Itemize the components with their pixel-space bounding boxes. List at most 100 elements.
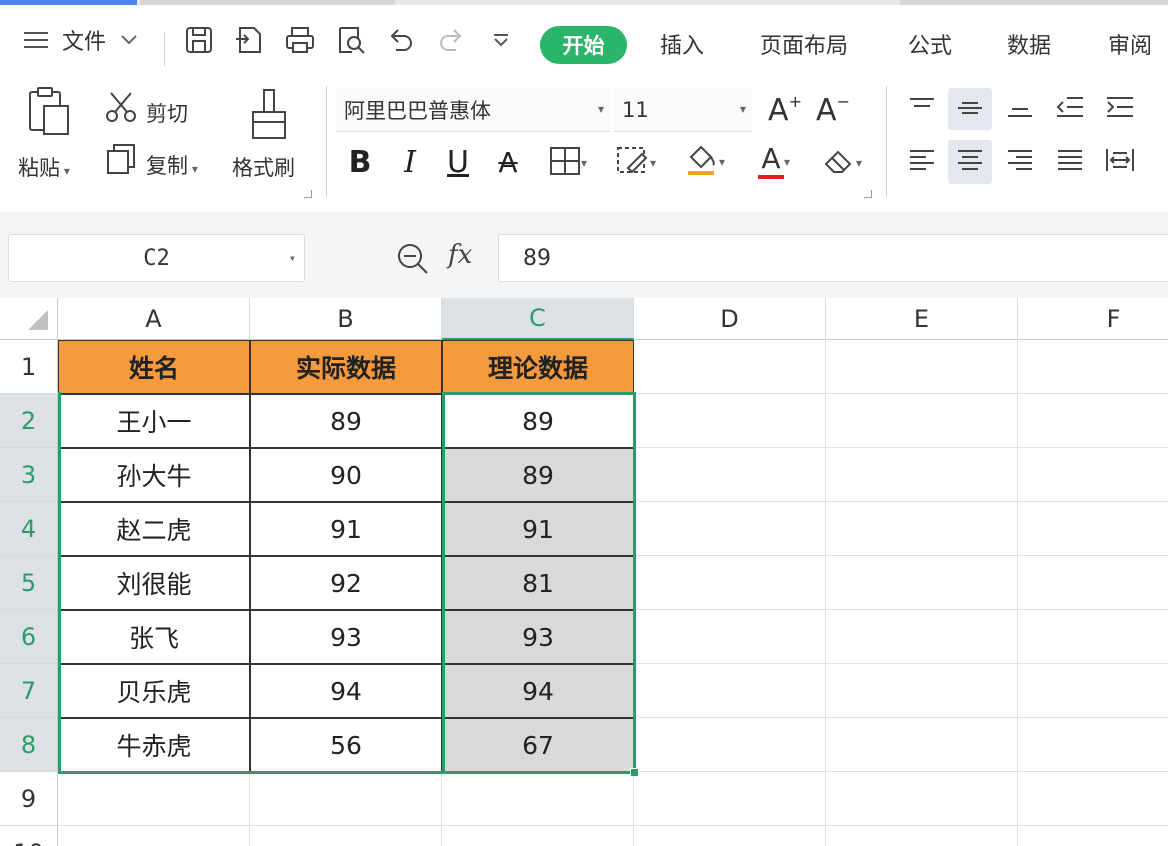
align-bottom-button[interactable]	[998, 88, 1042, 130]
font-size-select[interactable]: 11 ▾	[614, 88, 752, 132]
cell-e10[interactable]	[826, 826, 1018, 846]
cell-a5[interactable]: 刘很能	[58, 556, 250, 610]
bold-button[interactable]: B	[342, 142, 378, 182]
decrease-font-size-button[interactable]: A −	[814, 90, 852, 130]
row-header-6[interactable]: 6	[0, 610, 58, 664]
cell-d3[interactable]	[634, 448, 826, 502]
justify-button[interactable]	[1048, 140, 1092, 184]
increase-font-size-button[interactable]: A +	[766, 90, 804, 130]
document-tab[interactable]	[900, 0, 1168, 5]
cell-a3[interactable]: 孙大牛	[58, 448, 250, 502]
cell-f5[interactable]	[1018, 556, 1168, 610]
undo-button[interactable]	[386, 20, 414, 60]
row-header-7[interactable]: 7	[0, 664, 58, 718]
cell-c5[interactable]: 81	[442, 556, 634, 610]
cell-c2[interactable]: 89	[442, 394, 634, 448]
row-header-10[interactable]: 10	[0, 826, 58, 846]
increase-indent-button[interactable]	[1098, 88, 1142, 130]
cell-c3[interactable]: 89	[442, 448, 634, 502]
align-middle-button[interactable]	[948, 88, 992, 130]
tab-insert[interactable]: 插入	[660, 28, 704, 60]
paste-button[interactable]	[24, 87, 74, 138]
decrease-indent-button[interactable]	[1048, 88, 1092, 130]
column-header-e[interactable]: E	[826, 298, 1018, 340]
cell-f1[interactable]	[1018, 340, 1168, 394]
cell-e1[interactable]	[826, 340, 1018, 394]
borders-button[interactable]: ▾	[540, 144, 596, 182]
column-header-d[interactable]: D	[634, 298, 826, 340]
cell-b7[interactable]: 94	[250, 664, 442, 718]
document-tab[interactable]	[140, 0, 395, 5]
cell-e2[interactable]	[826, 394, 1018, 448]
tab-formulas[interactable]: 公式	[908, 28, 952, 60]
cell-f6[interactable]	[1018, 610, 1168, 664]
active-document-tab-indicator[interactable]	[0, 0, 137, 5]
column-header-f[interactable]: F	[1018, 298, 1168, 340]
cell-b5[interactable]: 92	[250, 556, 442, 610]
cell-f3[interactable]	[1018, 448, 1168, 502]
cell-f9[interactable]	[1018, 772, 1168, 826]
quick-access-more-button[interactable]	[492, 20, 510, 60]
clipboard-dialog-launcher[interactable]	[304, 190, 312, 198]
row-header-4[interactable]: 4	[0, 502, 58, 556]
cut-label[interactable]: 剪切	[146, 98, 188, 128]
cell-e4[interactable]	[826, 502, 1018, 556]
cell-b2[interactable]: 89	[250, 394, 442, 448]
export-pdf-button[interactable]	[234, 20, 266, 60]
select-all-button[interactable]	[0, 298, 58, 340]
cut-button[interactable]	[104, 92, 138, 126]
cell-d7[interactable]	[634, 664, 826, 718]
cell-b1[interactable]: 实际数据	[250, 340, 442, 394]
tab-page-layout[interactable]: 页面布局	[760, 28, 848, 60]
cell-f10[interactable]	[1018, 826, 1168, 846]
cell-a8[interactable]: 牛赤虎	[58, 718, 250, 772]
cell-c9[interactable]	[442, 772, 634, 826]
tab-home[interactable]: 开始	[540, 26, 627, 64]
insert-function-button[interactable]: fx	[448, 240, 472, 270]
print-preview-button[interactable]	[335, 20, 367, 60]
cell-f2[interactable]	[1018, 394, 1168, 448]
cell-a9[interactable]	[58, 772, 250, 826]
cell-a7[interactable]: 贝乐虎	[58, 664, 250, 718]
cell-e9[interactable]	[826, 772, 1018, 826]
row-header-3[interactable]: 3	[0, 448, 58, 502]
cell-b10[interactable]	[250, 826, 442, 846]
cell-e5[interactable]	[826, 556, 1018, 610]
distributed-align-button[interactable]	[1098, 140, 1142, 184]
font-dialog-launcher[interactable]	[864, 190, 872, 198]
cell-a4[interactable]: 赵二虎	[58, 502, 250, 556]
cell-a6[interactable]: 张飞	[58, 610, 250, 664]
cell-b8[interactable]: 56	[250, 718, 442, 772]
row-header-2[interactable]: 2	[0, 394, 58, 448]
column-header-b[interactable]: B	[250, 298, 442, 340]
font-name-select[interactable]: 阿里巴巴普惠体 ▾	[336, 88, 610, 132]
cell-b6[interactable]: 93	[250, 610, 442, 664]
fill-color-button[interactable]: ▾	[676, 142, 734, 182]
row-header-5[interactable]: 5	[0, 556, 58, 610]
cell-d10[interactable]	[634, 826, 826, 846]
format-painter-label[interactable]: 格式刷	[232, 152, 295, 182]
strikethrough-button[interactable]: A	[490, 142, 526, 182]
cell-d2[interactable]	[634, 394, 826, 448]
name-box[interactable]: C2 ▾	[8, 234, 305, 282]
fill-handle[interactable]	[630, 768, 639, 777]
cell-d5[interactable]	[634, 556, 826, 610]
cell-c1[interactable]: 理论数据	[442, 340, 634, 394]
file-menu[interactable]: 文件	[22, 20, 138, 60]
copy-button[interactable]	[104, 144, 138, 178]
print-button[interactable]	[284, 20, 316, 60]
cell-d6[interactable]	[634, 610, 826, 664]
column-header-a[interactable]: A	[58, 298, 250, 340]
column-header-c[interactable]: C	[442, 298, 634, 340]
italic-button[interactable]: I	[392, 142, 428, 182]
row-header-9[interactable]: 9	[0, 772, 58, 826]
cell-e8[interactable]	[826, 718, 1018, 772]
cell-f8[interactable]	[1018, 718, 1168, 772]
cell-d8[interactable]	[634, 718, 826, 772]
tab-data[interactable]: 数据	[1007, 28, 1051, 60]
cell-a2[interactable]: 王小一	[58, 394, 250, 448]
cell-a10[interactable]	[58, 826, 250, 846]
font-color-button[interactable]: A ▾	[746, 142, 802, 182]
underline-button[interactable]: U	[440, 142, 476, 182]
cell-f7[interactable]	[1018, 664, 1168, 718]
